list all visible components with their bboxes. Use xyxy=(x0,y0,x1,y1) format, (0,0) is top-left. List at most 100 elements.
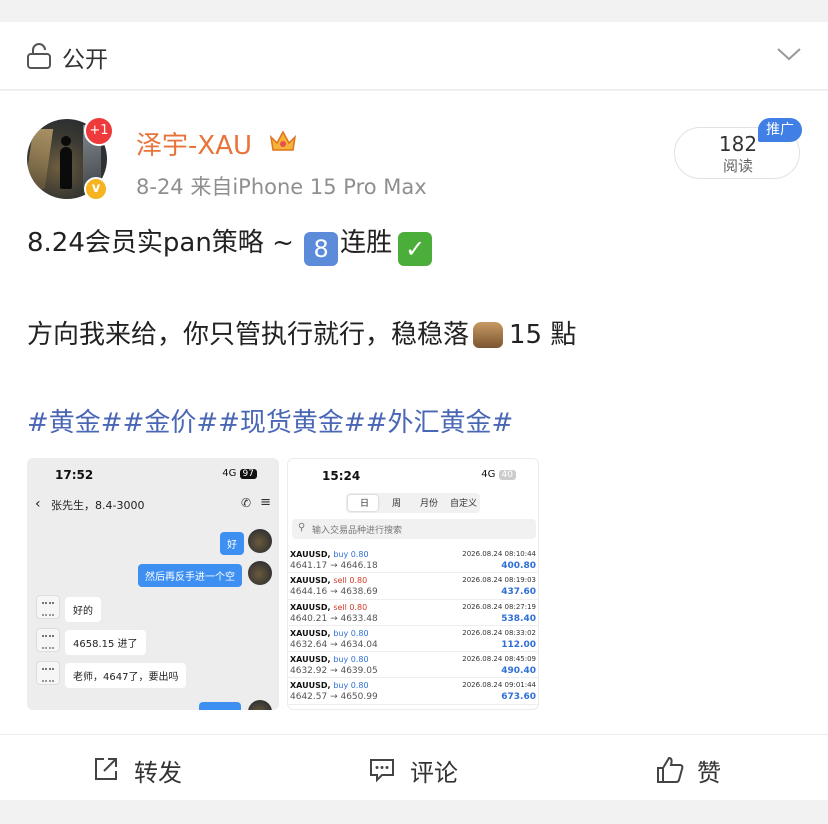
chat-bubble: 老师，4647了，要出吗 xyxy=(65,663,187,688)
thumbs-up-icon xyxy=(657,756,684,783)
trade-symbol: XAUUSD, buy 0.80 xyxy=(290,681,369,691)
trade-direction: buy 0.80 xyxy=(333,681,369,691)
trade-profit: 538.40 xyxy=(501,613,536,624)
tab-week: 周 xyxy=(392,499,402,509)
privacy-label: 公开 xyxy=(62,47,108,73)
comment-icon xyxy=(370,759,394,783)
trade-profit: 673.60 xyxy=(501,692,536,703)
post-text-line-1: 8.24会员实pan策略 ~ 8 连胜 ✓ xyxy=(27,222,433,266)
username[interactable]: 泽宇-XAU xyxy=(136,125,252,162)
notification-badge: +1 xyxy=(84,116,114,146)
trade-list: XAUUSD, buy 0.80 2026.08.24 08:10:44 4641.… xyxy=(288,547,538,705)
bottom-spacer xyxy=(0,800,828,824)
avatar xyxy=(248,700,272,710)
trade-symbol: XAUUSD, buy 0.80 xyxy=(290,655,369,665)
trade-row: XAUUSD, buy 0.80 2026.08.24 09:01:44 4642.… xyxy=(288,678,538,705)
trade-time: 2026.08.24 08:27:19 xyxy=(462,602,536,611)
privacy-bar[interactable]: 公开 xyxy=(0,22,828,90)
trade-symbol: XAUUSD, sell 0.80 xyxy=(290,576,368,586)
repost-label: 转发 xyxy=(134,759,182,787)
comment-label: 评论 xyxy=(410,759,458,787)
menu-icon: ≡ xyxy=(260,495,271,510)
chat-header: ‹ 张先生，8.4-3000 ✆ ≡ xyxy=(27,492,279,520)
status-bar: 17:52 4G 97 xyxy=(27,458,279,484)
tab-custom: 自定义 xyxy=(450,499,478,509)
top-spacer xyxy=(0,0,828,22)
lock-icon xyxy=(27,43,51,69)
check-mark-emoji: ✓ xyxy=(398,232,433,266)
avatar xyxy=(36,628,60,652)
trade-symbol: XAUUSD, buy 0.80 xyxy=(290,550,369,559)
chat-bubble: 4658.15 进了 xyxy=(65,630,146,655)
trade-row: XAUUSD, buy 0.80 2026.08.24 08:10:44 4641.… xyxy=(288,547,538,574)
trade-direction: buy 0.80 xyxy=(333,628,369,638)
verified-icon: v xyxy=(84,177,108,201)
period-tabs: 日 周 月份 自定义 xyxy=(346,493,480,513)
avatar xyxy=(248,561,272,585)
trade-row: XAUUSD, buy 0.80 2026.08.24 08:33:02 4632.… xyxy=(288,626,538,653)
trade-prices: 4642.57 → 4650.99 xyxy=(290,692,378,703)
trade-history-screenshot[interactable]: 15:24 4G 40 日 周 月份 自定义 ⚲ 输入交易品种进行搜索 XAUU… xyxy=(287,458,539,710)
share-icon xyxy=(95,758,117,780)
trade-time: 2026.08.24 08:10:44 xyxy=(462,550,536,558)
read-label: 阅读 xyxy=(722,157,753,175)
trade-row: XAUUSD, sell 0.80 2026.08.24 08:27:19 4640… xyxy=(288,600,538,626)
post-text-part: 15 點 xyxy=(509,320,577,350)
trade-row: XAUUSD, sell 0.80 2026.08.24 08:19:03 4644… xyxy=(288,573,538,600)
trade-time: 2026.08.24 09:01:44 xyxy=(462,681,536,690)
like-label: 赞 xyxy=(697,759,721,787)
search-placeholder: 输入交易品种进行搜索 xyxy=(312,526,403,536)
trade-profit: 490.40 xyxy=(501,666,536,677)
trade-prices: 4632.64 → 4634.04 xyxy=(290,639,378,650)
post-text-part: 8.24会员实pan策略 ~ xyxy=(27,228,294,258)
money-bag-emoji xyxy=(473,322,504,348)
chat-bubble: 好 xyxy=(220,532,244,555)
action-bar: 转发 评论 赞 xyxy=(0,734,828,800)
chat-bubble: 好的 xyxy=(65,597,101,622)
symbol-search: ⚲ 输入交易品种进行搜索 xyxy=(292,519,536,539)
avatar xyxy=(36,595,60,619)
trade-direction: sell 0.80 xyxy=(333,602,368,612)
trade-prices: 4632.92 → 4639.05 xyxy=(290,666,378,677)
search-icon: ⚲ xyxy=(298,522,306,533)
avatar xyxy=(248,529,272,553)
post-text-part: 方向我来给，你只管执行就行，稳稳落 xyxy=(27,320,470,350)
chat-screenshot[interactable]: 17:52 4G 97 ‹ 张先生，8.4-3000 ✆ ≡ 好 然后再反手进一… xyxy=(27,458,279,710)
trade-prices: 4640.21 → 4633.48 xyxy=(290,613,378,624)
hashtags[interactable]: #黄金##金价##现货黄金##外汇黄金# xyxy=(27,402,513,439)
number-8-emoji: 8 xyxy=(304,232,339,266)
trade-symbol: XAUUSD, sell 0.80 xyxy=(290,602,368,612)
chat-bubble: 然后再反手进一个空 xyxy=(138,564,242,587)
trade-prices: 4641.17 → 4646.18 xyxy=(290,561,378,571)
trade-row: XAUUSD, buy 0.80 2026.08.24 08:45:09 4632.… xyxy=(288,652,538,679)
trade-direction: sell 0.80 xyxy=(333,576,368,586)
trade-time: 2026.08.24 08:45:09 xyxy=(462,655,536,664)
tab-day: 日 xyxy=(360,499,370,509)
trade-profit: 112.00 xyxy=(501,639,536,650)
trade-direction: buy 0.80 xyxy=(333,655,369,665)
trade-profit: 400.80 xyxy=(501,561,536,571)
chevron-down-icon[interactable] xyxy=(776,44,802,64)
post-card: +1 v 泽宇-XAU 8-24 来自iPhone 15 Pro Max 182… xyxy=(0,91,828,800)
signal-indicator: 4G 40 xyxy=(481,469,516,480)
trade-symbol: XAUUSD, buy 0.80 xyxy=(290,628,369,638)
post-meta: 8-24 来自iPhone 15 Pro Max xyxy=(136,175,427,199)
trade-prices: 4644.16 → 4638.69 xyxy=(290,587,378,598)
trade-time: 2026.08.24 08:19:03 xyxy=(462,576,536,585)
chat-bubble-partial xyxy=(199,702,241,710)
post-text-line-2: 方向我来给，你只管执行就行，稳稳落 15 點 xyxy=(27,314,576,351)
post-text-part: 连胜 xyxy=(340,228,393,258)
battery-icon: 40 xyxy=(498,470,516,480)
tab-month: 月份 xyxy=(420,499,439,509)
battery-icon: 97 xyxy=(239,469,257,479)
trade-time: 2026.08.24 08:33:02 xyxy=(462,628,536,637)
chat-contact-name: 张先生，8.4-3000 xyxy=(51,499,145,512)
signal-indicator: 4G 97 xyxy=(222,468,257,479)
promote-badge[interactable]: 推广 xyxy=(758,118,802,142)
avatar xyxy=(36,661,60,685)
status-time: 15:24 xyxy=(322,469,361,483)
phone-icon: ✆ xyxy=(240,496,251,510)
trade-profit: 437.60 xyxy=(501,587,536,598)
crown-icon xyxy=(269,130,297,151)
back-icon: ‹ xyxy=(35,496,41,512)
